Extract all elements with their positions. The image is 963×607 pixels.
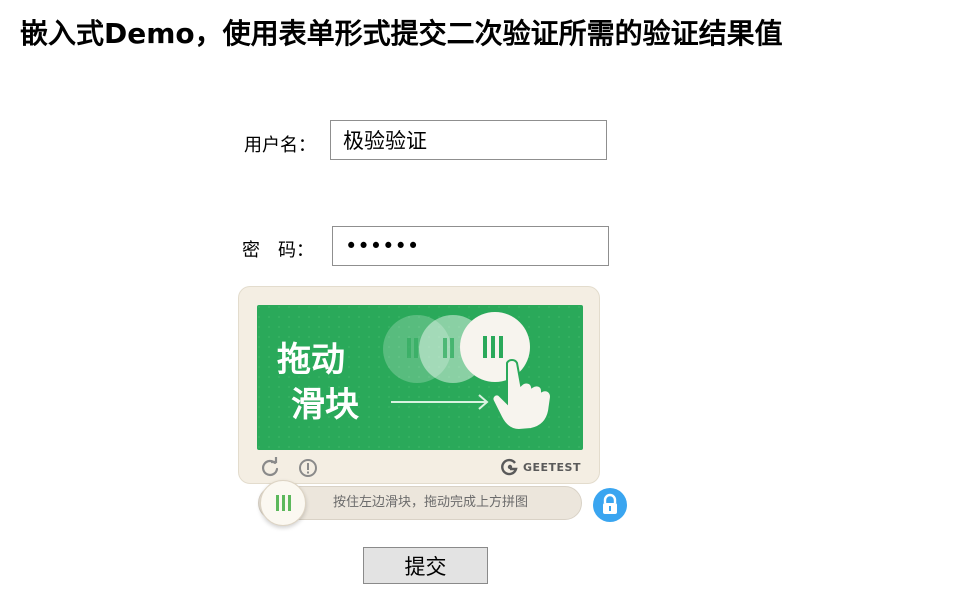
refresh-icon[interactable]	[259, 457, 281, 479]
username-label: 用户名：	[244, 135, 316, 156]
password-input[interactable]	[332, 226, 609, 266]
submit-button[interactable]: 提交	[363, 547, 488, 584]
captcha-panel: 拖动 滑块 GEETEST	[238, 286, 600, 484]
captcha-image-text-2: 滑块	[291, 385, 359, 425]
page-title: 嵌入式Demo，使用表单形式提交二次验证所需的验证结果值	[20, 17, 783, 50]
grip-lines-icon	[276, 495, 291, 511]
captcha-image-text-1: 拖动	[277, 340, 345, 380]
geetest-logo[interactable]: GEETEST	[501, 458, 581, 476]
page: 嵌入式Demo，使用表单形式提交二次验证所需的验证结果值 用户名： 密 码： 拖…	[0, 0, 963, 607]
password-label: 密 码：	[242, 240, 314, 261]
captcha-image: 拖动 滑块	[257, 305, 583, 450]
username-input[interactable]	[330, 120, 607, 160]
geetest-brand-text: GEETEST	[522, 460, 581, 474]
lock-icon	[593, 488, 627, 522]
exclamation-circle-icon[interactable]	[297, 457, 319, 479]
slider-track[interactable]: 按住左边滑块，拖动完成上方拼图	[258, 486, 582, 520]
slider-knob[interactable]	[260, 480, 306, 526]
slider-hint: 按住左边滑块，拖动完成上方拼图	[333, 495, 529, 510]
geetest-logo-icon	[501, 458, 518, 476]
captcha-image-art: 拖动 滑块	[257, 305, 583, 450]
